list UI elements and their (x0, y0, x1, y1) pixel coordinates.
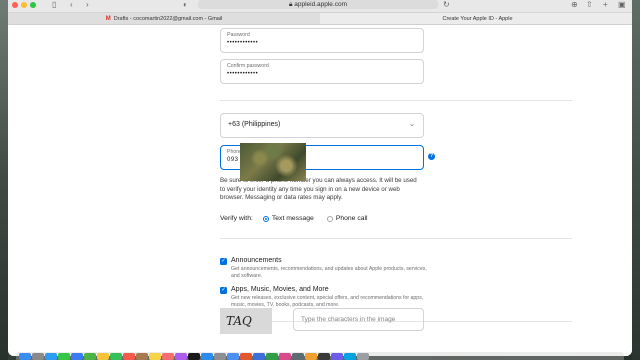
macos-dock (16, 352, 624, 360)
country-value: +63 (Philippines) (228, 121, 281, 128)
apps-music-title: Apps, Music, Movies, and More (231, 286, 329, 293)
dock-app-icon[interactable] (292, 353, 304, 360)
share-icon[interactable]: ⇧ (586, 0, 593, 10)
dock-app-icon[interactable] (227, 353, 239, 360)
chevron-right-icon[interactable]: › (86, 0, 89, 10)
tab-label: Drafts - cocomartin2022@gmail.com - Gmai… (113, 15, 223, 22)
dock-app-icon[interactable] (318, 353, 330, 360)
maps-icon[interactable] (84, 353, 96, 360)
browser-window: ▯ ‹ › ◐ 🔒︎ appleid.apple.com ↻ ⊕ ⇧ + ▣ M… (8, 0, 632, 356)
tv-icon[interactable] (188, 353, 200, 360)
chevron-left-icon[interactable]: ‹ (70, 0, 73, 10)
desktop-wallpaper-right (632, 0, 640, 360)
radio-button[interactable] (326, 215, 333, 222)
overlay-photo-thumbnail (240, 143, 306, 181)
apps-music-description: Get new releases, exclusive content, spe… (231, 295, 424, 308)
checkbox-checked[interactable]: ✓ (220, 287, 227, 294)
phone-value: 093 (227, 157, 239, 163)
verify-with-group: Verify with: Text message Phone call (220, 215, 368, 222)
page-content: Password •••••••••••• Confirm password •… (8, 25, 632, 356)
checkbox-checked[interactable]: ✓ (220, 258, 227, 265)
trash-icon[interactable] (357, 353, 369, 360)
captcha-image: TAQ (220, 308, 272, 334)
notes-icon[interactable] (149, 353, 161, 360)
password-label: Password (227, 32, 250, 38)
radio-text-message[interactable]: Text message (262, 215, 314, 222)
section-divider (220, 100, 572, 101)
privacy-shield-icon[interactable]: ◐ (183, 0, 188, 10)
dock-app-icon[interactable] (240, 353, 252, 360)
photos-icon[interactable] (97, 353, 109, 360)
password-field[interactable]: Password •••••••••••• (220, 28, 424, 53)
radio-button[interactable] (262, 215, 269, 222)
mail-icon[interactable] (71, 353, 83, 360)
help-icon[interactable]: ? (428, 153, 435, 160)
system-preferences-icon[interactable] (214, 353, 226, 360)
radio-phone-call[interactable]: Phone call (326, 215, 368, 222)
section-divider (220, 238, 572, 239)
messages-icon[interactable] (58, 353, 70, 360)
fullscreen-window-button[interactable] (30, 2, 36, 8)
close-window-button[interactable] (12, 2, 18, 8)
chevron-down-icon: ⌄ (409, 121, 415, 128)
safari-icon[interactable] (45, 353, 57, 360)
confirm-password-field[interactable]: Confirm password •••••••••••• (220, 59, 424, 84)
password-value: •••••••••••• (227, 40, 259, 46)
dock-app-icon[interactable] (305, 353, 317, 360)
dock-app-icon[interactable] (344, 353, 356, 360)
radio-label: Phone call (335, 215, 368, 222)
tab-label: Create Your Apple ID - Apple (442, 15, 513, 22)
country-select[interactable]: +63 (Philippines) ⌄ (220, 113, 424, 138)
dock-app-icon[interactable] (266, 353, 278, 360)
podcasts-icon[interactable] (175, 353, 187, 360)
new-tab-icon[interactable]: + (603, 0, 608, 10)
lock-icon: 🔒︎ (288, 1, 293, 8)
announcements-description: Get announcements, recommendations, and … (231, 266, 427, 279)
facetime-icon[interactable] (110, 353, 122, 360)
contacts-icon[interactable] (136, 353, 148, 360)
tab-gmail-drafts[interactable]: M Drafts - cocomartin2022@gmail.com - Gm… (8, 13, 320, 24)
app-store-icon[interactable] (201, 353, 213, 360)
finder-icon[interactable] (19, 353, 31, 360)
tab-overview-icon[interactable]: ▣ (618, 0, 626, 10)
radio-label: Text message (271, 215, 314, 222)
announcements-title: Announcements (231, 257, 282, 264)
dock-app-icon[interactable] (279, 353, 291, 360)
confirm-password-value: •••••••••••• (227, 71, 259, 77)
captcha-input[interactable]: Type the characters in the image (293, 308, 424, 331)
sidebar-icon[interactable]: ▯ (52, 0, 56, 10)
captcha-placeholder: Type the characters in the image (301, 316, 396, 323)
calendar-icon[interactable] (123, 353, 135, 360)
verify-label: Verify with: (220, 215, 253, 222)
reload-icon[interactable]: ↻ (443, 0, 450, 10)
desktop-wallpaper-left (0, 0, 8, 360)
gmail-icon: M (105, 15, 111, 22)
dock-app-icon[interactable] (253, 353, 265, 360)
address-bar-url: appleid.apple.com (294, 1, 348, 8)
music-icon[interactable] (162, 353, 174, 360)
launchpad-icon[interactable] (32, 353, 44, 360)
tab-bar: M Drafts - cocomartin2022@gmail.com - Gm… (8, 13, 632, 25)
tab-create-apple-id[interactable]: Create Your Apple ID - Apple (320, 13, 632, 24)
dock-app-icon[interactable] (331, 353, 343, 360)
confirm-password-label: Confirm password (227, 63, 269, 69)
minimize-window-button[interactable] (21, 2, 27, 8)
browser-toolbar: ▯ ‹ › ◐ 🔒︎ appleid.apple.com ↻ ⊕ ⇧ + ▣ (8, 0, 632, 13)
downloads-icon[interactable]: ⊕ (571, 0, 578, 10)
address-bar[interactable]: 🔒︎ appleid.apple.com (198, 0, 438, 9)
